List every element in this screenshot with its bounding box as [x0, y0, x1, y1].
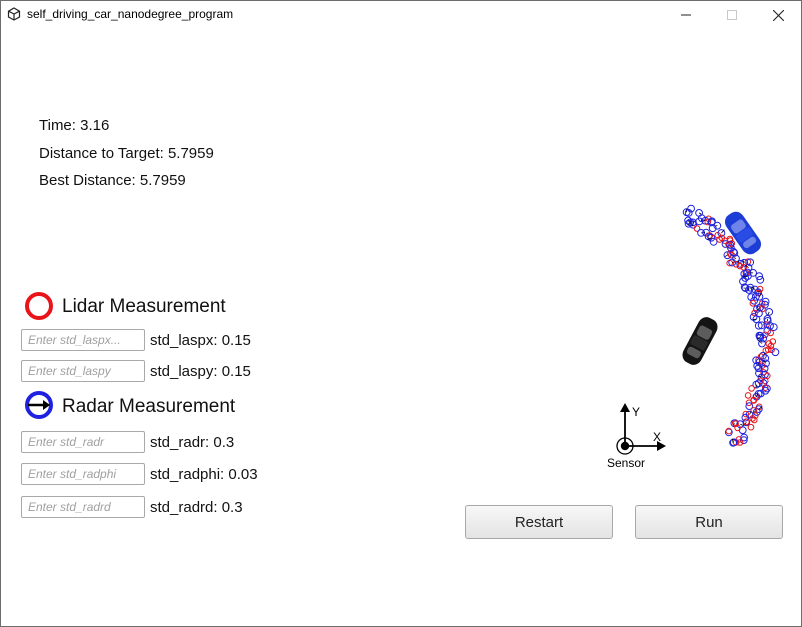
radar-marker: [769, 323, 778, 332]
lidar-marker: [748, 385, 755, 392]
lidar-marker: [749, 300, 757, 307]
radar-velocity-tick: [724, 254, 728, 257]
radar-velocity-tick: [698, 212, 702, 215]
radar-velocity-tick: [752, 318, 757, 321]
sensor-axes: Y X Sensor: [607, 403, 666, 470]
radar-marker: [709, 237, 718, 246]
run-button[interactable]: Run: [635, 505, 783, 539]
radar-velocity-tick: [749, 411, 752, 415]
app-window: self_driving_car_nanodegree_program Time…: [0, 0, 802, 627]
restart-button[interactable]: Restart: [465, 505, 613, 539]
radar-velocity-tick: [756, 393, 758, 397]
y-axis-arrow-icon: [620, 403, 630, 412]
target-car-icon: [682, 317, 718, 365]
lidar-marker: [747, 423, 755, 431]
x-axis-label: X: [653, 430, 661, 444]
lidar-marker: [743, 418, 750, 426]
sensor-label: Sensor: [607, 456, 645, 470]
radar-velocity-tick: [733, 257, 737, 259]
y-axis-label: Y: [632, 405, 640, 419]
lidar-marker: [744, 392, 752, 399]
